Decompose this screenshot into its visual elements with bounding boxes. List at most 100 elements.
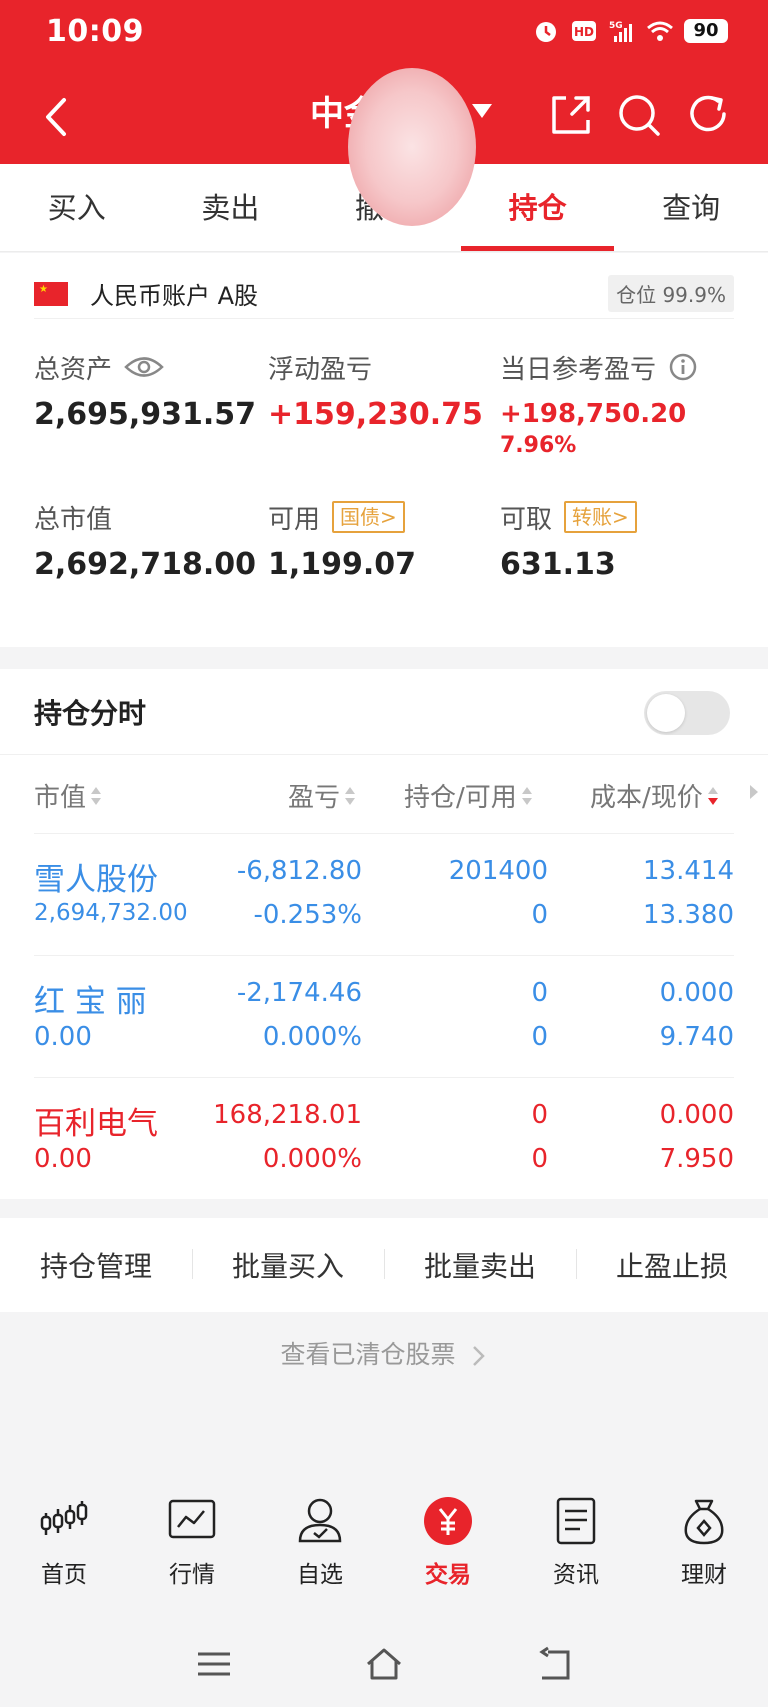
treasury-bond-button[interactable]: 国债>	[332, 501, 405, 533]
stock-price: 7.950	[659, 1144, 734, 1174]
daily-pnl: 当日参考盈亏 +198,750.20 7.96%	[500, 347, 768, 459]
nav-wealth[interactable]: 理财	[640, 1495, 768, 1605]
available-label: 可用	[268, 504, 321, 535]
tab-holdings[interactable]: 持仓	[460, 164, 615, 251]
stock-price: 9.740	[659, 1022, 734, 1052]
stock-position: 0	[531, 978, 548, 1008]
stock-pnl: -2,174.46	[236, 978, 362, 1008]
daily-pnl-pct: 7.96%	[500, 433, 577, 458]
stock-available: 0	[531, 1022, 548, 1052]
stock-name: 红 宝 丽	[34, 984, 147, 1020]
refresh-icon[interactable]	[686, 92, 732, 138]
nav-watchlist[interactable]: 自选	[256, 1495, 384, 1605]
stock-price: 13.380	[643, 900, 734, 930]
status-bar: 10:09 HD 5G 90	[0, 0, 768, 70]
available-funds: 可用 国债> 1,199.07	[268, 497, 416, 582]
sort-icon	[90, 786, 102, 806]
nav-market[interactable]: 行情	[128, 1495, 256, 1605]
available-value: 1,199.07	[268, 547, 417, 582]
holding-row[interactable]: 百利电气 0.00 168,218.01 0.000% 0 0 0.000 7.…	[34, 1077, 734, 1199]
holdings-title: 持仓分时	[34, 696, 147, 730]
account-row: ★ 人民币账户 A股 仓位 99.9%	[34, 269, 734, 319]
search-icon[interactable]	[616, 92, 662, 138]
china-flag-icon: ★	[34, 281, 68, 306]
chart-icon	[168, 1499, 216, 1539]
floating-pnl: 浮动盈亏 +159,230.75	[268, 347, 483, 433]
caret-down-icon[interactable]	[470, 102, 494, 120]
menu-icon[interactable]	[194, 1644, 234, 1684]
user-check-icon	[298, 1498, 342, 1543]
eye-icon[interactable]	[124, 354, 164, 380]
nav-trade[interactable]: 交易	[384, 1495, 512, 1605]
yuan-icon	[424, 1497, 472, 1545]
intraday-toggle[interactable]	[644, 691, 730, 735]
wifi-icon	[647, 21, 673, 41]
batch-buy-button[interactable]: 批量买入	[192, 1245, 384, 1285]
holdings-header: 持仓分时	[0, 669, 768, 755]
nav-home-label: 首页	[41, 1562, 87, 1588]
stock-cost: 13.414	[643, 856, 734, 886]
stock-available: 0	[531, 900, 548, 930]
col-cost-price[interactable]: 成本/现价	[590, 777, 719, 814]
stock-position: 0	[531, 1100, 548, 1130]
tab-sell[interactable]: 卖出	[154, 164, 308, 251]
cleared-stocks-label: 查看已清仓股票	[280, 1340, 456, 1369]
toggle-knob	[647, 694, 685, 732]
signal-5g-icon: 5G	[609, 21, 632, 42]
col-position[interactable]: 持仓/可用	[404, 777, 533, 814]
market-value: 总市值 2,692,718.00	[34, 497, 256, 583]
money-bag-icon	[684, 1499, 724, 1545]
nav-news[interactable]: 资讯	[512, 1495, 640, 1605]
manage-holdings-button[interactable]: 持仓管理	[0, 1245, 192, 1285]
sort-icon	[344, 786, 356, 806]
holdings-actions: 持仓管理 批量买入 批量卖出 止盈止损	[0, 1218, 768, 1312]
market-value-label: 总市值	[34, 504, 113, 535]
back-arrow-icon[interactable]	[36, 92, 76, 142]
col-pnl[interactable]: 盈亏	[288, 777, 356, 814]
tab-query[interactable]: 查询	[614, 164, 768, 251]
withdrawable-value: 631.13	[500, 547, 616, 582]
info-icon[interactable]	[668, 352, 698, 382]
batch-sell-button[interactable]: 批量卖出	[384, 1245, 576, 1285]
system-nav-bar	[0, 1636, 768, 1692]
nav-market-label: 行情	[169, 1562, 215, 1588]
document-icon	[556, 1497, 596, 1545]
nav-home[interactable]: 首页	[0, 1495, 128, 1605]
withdrawable-label: 可取	[500, 504, 553, 535]
take-profit-stop-loss-button[interactable]: 止盈止损	[576, 1245, 768, 1285]
svg-text:5G: 5G	[609, 21, 623, 31]
transfer-button[interactable]: 转账>	[564, 501, 637, 533]
nav-trade-label: 交易	[425, 1562, 471, 1588]
holding-row[interactable]: 雪人股份 2,694,732.00 -6,812.80 -0.253% 2014…	[34, 833, 734, 955]
status-icons: HD 5G 90	[532, 18, 728, 44]
col-position-label: 持仓/可用	[404, 783, 517, 813]
total-assets-label: 总资产	[34, 354, 113, 385]
share-icon[interactable]	[548, 92, 594, 138]
stock-pnl: 168,218.01	[213, 1100, 362, 1130]
bottom-nav: 首页 行情 自选 交易 资讯 理财	[0, 1495, 768, 1605]
account-summary: ★ 人民币账户 A股 仓位 99.9% 总资产 2,695,931.57 浮动盈…	[0, 253, 768, 647]
battery-indicator: 90	[684, 19, 728, 43]
sort-desc-icon	[707, 786, 719, 806]
sort-icon	[521, 786, 533, 806]
holdings-panel: 持仓分时 市值 盈亏 持仓/可用 成本/现价 雪人股份 2,694,732.00…	[0, 669, 768, 1199]
daily-pnl-value: +198,750.20	[500, 399, 687, 429]
stock-pnl-pct: -0.253%	[253, 900, 362, 930]
stock-position: 201400	[448, 856, 548, 886]
privacy-blur	[348, 68, 476, 226]
position-ratio-badge: 仓位 99.9%	[608, 275, 734, 312]
stock-pnl-pct: 0.000%	[262, 1022, 362, 1052]
scroll-right-arrow-icon[interactable]	[750, 785, 758, 799]
col-market-value[interactable]: 市值	[34, 777, 102, 814]
nav-news-label: 资讯	[553, 1562, 599, 1588]
col-pnl-label: 盈亏	[288, 783, 341, 813]
back-icon[interactable]	[534, 1644, 574, 1684]
status-time: 10:09	[46, 14, 144, 49]
nav-wealth-label: 理财	[681, 1562, 727, 1588]
holding-row[interactable]: 红 宝 丽 0.00 -2,174.46 0.000% 0 0 0.000 9.…	[34, 955, 734, 1077]
floating-pnl-label: 浮动盈亏	[268, 354, 373, 385]
tab-buy[interactable]: 买入	[0, 164, 154, 251]
cleared-stocks-link[interactable]: 查看已清仓股票	[0, 1335, 768, 1371]
home-icon[interactable]	[364, 1644, 404, 1684]
alarm-icon	[536, 22, 556, 42]
